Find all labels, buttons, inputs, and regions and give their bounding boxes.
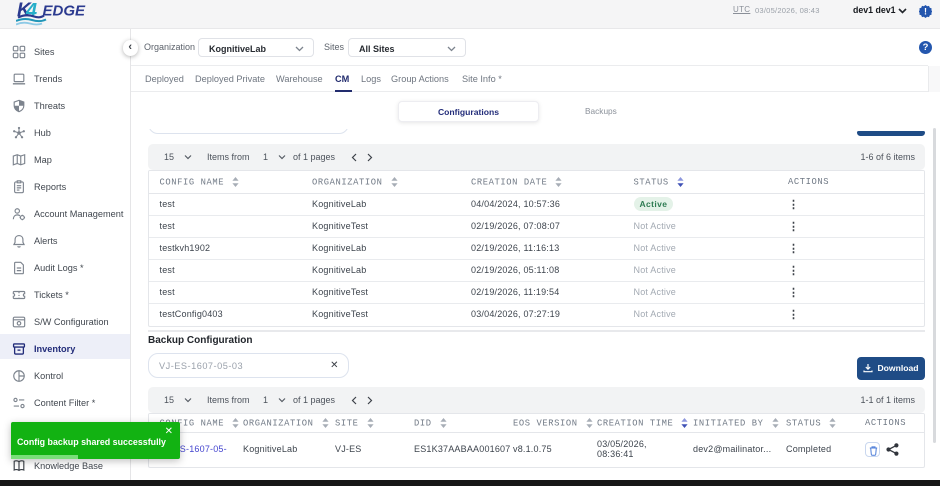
svg-text:!: ! [924, 6, 927, 16]
svg-text:EDGE: EDGE [43, 3, 87, 20]
